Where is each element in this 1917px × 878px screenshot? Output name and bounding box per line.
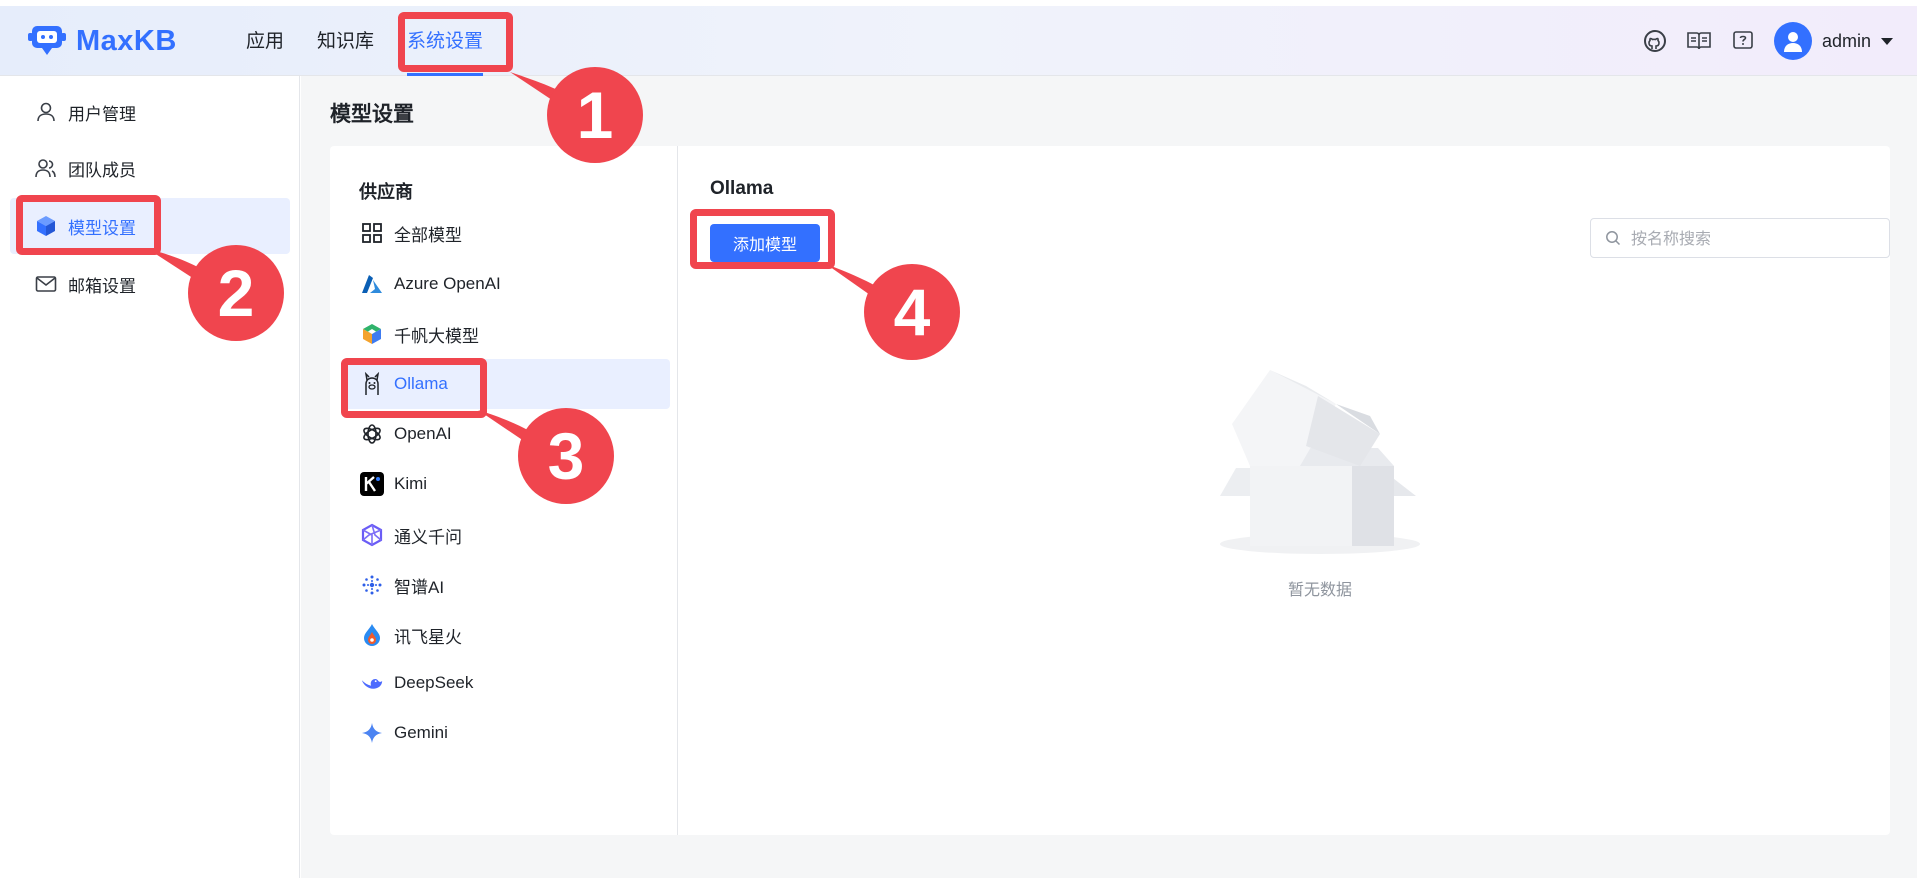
provider-label: OpenAI — [394, 424, 452, 443]
grid-icon — [360, 221, 384, 245]
sidebar-item-users[interactable]: 用户管理 — [10, 84, 290, 140]
callout-highlight-1 — [398, 12, 513, 72]
provider-item-gemini[interactable]: Gemini — [344, 708, 670, 758]
empty-text: 暂无数据 — [1287, 580, 1352, 599]
user-avatar[interactable] — [1773, 22, 1812, 60]
callout-number: 4 — [894, 275, 931, 349]
mail-icon — [34, 272, 58, 296]
nav-item-knowledge[interactable]: 知识库 — [317, 6, 374, 76]
sidebar-item-label: 团队成员 — [68, 160, 136, 181]
provider-label: 通义千问 — [394, 527, 462, 547]
top-header: MaxKB 应用 知识库 系统设置 admin — [0, 6, 1917, 76]
provider-item-xunfei[interactable]: 讯飞星火 — [344, 610, 670, 660]
github-icon[interactable] — [1642, 28, 1668, 54]
provider-item-tongyi[interactable]: 通义千问 — [344, 510, 670, 560]
provider-item-deepseek[interactable]: DeepSeek — [344, 658, 670, 708]
sidebar-item-label: 用户管理 — [68, 104, 136, 125]
provider-item-all[interactable]: 全部模型 — [344, 208, 670, 258]
user-icon — [34, 100, 58, 124]
provider-item-qianfan[interactable]: 千帆大模型 — [344, 309, 670, 359]
provider-label: DeepSeek — [394, 673, 474, 692]
provider-label: 全部模型 — [394, 225, 462, 245]
openai-icon — [360, 422, 384, 446]
help-icon[interactable] — [1730, 28, 1756, 54]
callout-pin-3: 3 — [478, 408, 614, 504]
team-icon — [34, 156, 58, 180]
book-icon[interactable] — [1686, 28, 1712, 54]
callout-pin-1: 1 — [510, 67, 643, 163]
app-name: MaxKB — [76, 24, 177, 57]
empty-state: 暂无数据 — [1210, 356, 1430, 600]
provider-label: Azure OpenAI — [394, 274, 501, 293]
empty-box-illustration — [1220, 370, 1420, 554]
deepseek-icon — [360, 671, 384, 695]
provider-item-azure[interactable]: Azure OpenAI — [344, 259, 670, 309]
provider-label: 千帆大模型 — [394, 326, 479, 346]
provider-label: 智谱AI — [394, 577, 445, 597]
callout-number: 1 — [577, 78, 614, 152]
callout-highlight-3 — [341, 358, 487, 418]
robot-logo-icon — [28, 26, 66, 55]
tongyi-icon — [360, 523, 384, 547]
sidebar-item-team[interactable]: 团队成员 — [10, 140, 290, 196]
callout-number: 3 — [548, 419, 585, 493]
search-icon — [1606, 231, 1621, 246]
kimi-icon — [360, 472, 384, 496]
page-title: 模型设置 — [330, 102, 414, 126]
zhipu-icon — [360, 573, 384, 597]
chevron-down-icon[interactable] — [1881, 37, 1893, 45]
nav-item-apps[interactable]: 应用 — [246, 6, 284, 76]
provider-heading: 供应商 — [359, 182, 413, 203]
callout-number: 2 — [218, 256, 255, 330]
provider-label: Kimi — [394, 474, 428, 493]
azure-icon — [360, 272, 384, 296]
provider-title: Ollama — [710, 178, 774, 199]
callout-pin-2: 2 — [148, 245, 284, 341]
avatar-person-icon — [1783, 32, 1802, 52]
qianfan-icon — [360, 322, 384, 346]
header-actions: admin — [1624, 22, 1893, 60]
provider-label: Gemini — [394, 723, 448, 742]
search-box[interactable] — [1590, 218, 1890, 258]
callout-highlight-4 — [690, 209, 835, 269]
provider-item-zhipu[interactable]: 智谱AI — [344, 560, 670, 610]
gemini-icon — [360, 721, 384, 745]
app-logo[interactable]: MaxKB — [28, 24, 177, 58]
sidebar-item-label: 邮箱设置 — [68, 276, 136, 297]
xunfei-icon — [360, 623, 384, 647]
user-name[interactable]: admin — [1822, 31, 1871, 52]
callout-pin-4: 4 — [826, 264, 960, 360]
provider-label: 讯飞星火 — [394, 627, 462, 647]
search-input[interactable] — [1629, 227, 1879, 249]
